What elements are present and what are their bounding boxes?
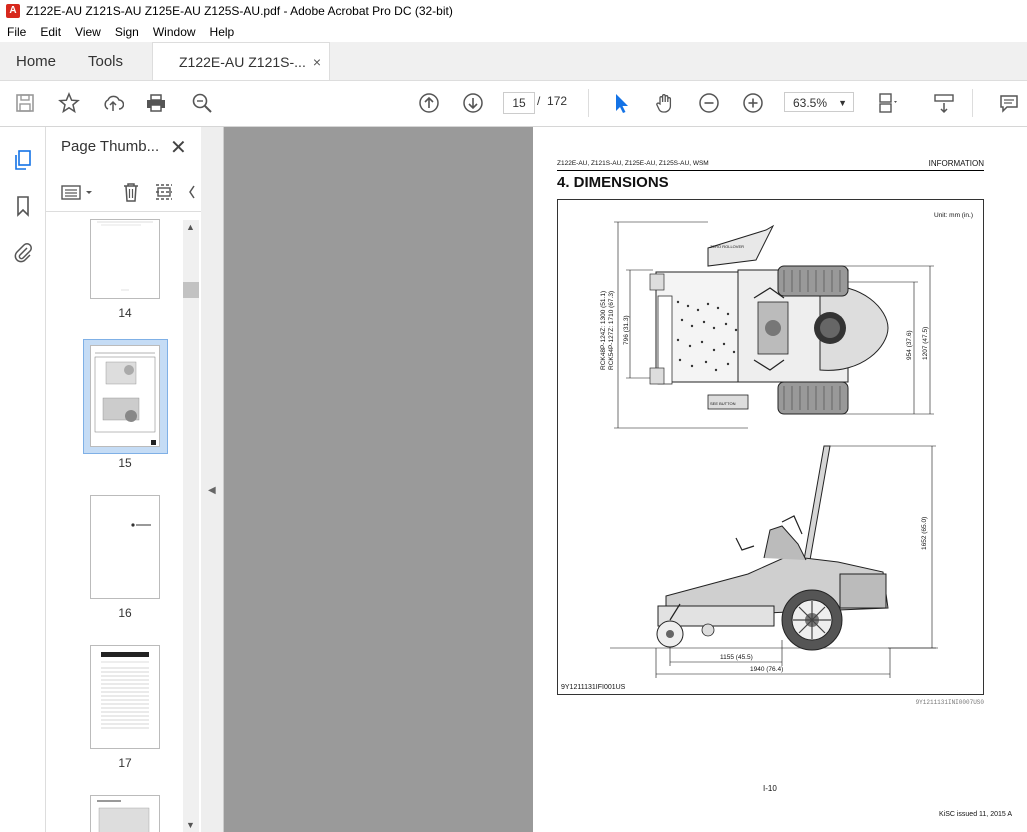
panel-splitter[interactable]: ◀ (201, 127, 224, 832)
section-title: 4. DIMENSIONS (557, 174, 669, 191)
scroll-down-icon[interactable]: ▼ (186, 820, 195, 830)
panel-title: Page Thumb... (61, 138, 160, 155)
page-thumbnails-icon[interactable] (12, 149, 34, 171)
menu-view[interactable]: View (68, 25, 108, 39)
tab-home[interactable]: Home (16, 42, 56, 80)
thumbnail-list: 14 15 16 17 (46, 219, 183, 832)
tab-close-icon[interactable]: × (313, 54, 321, 70)
dim-796: 796 (31.3) (623, 315, 630, 345)
page-separator: / (537, 94, 541, 108)
tab-document[interactable]: Z122E-AU Z121S-... × (152, 42, 330, 80)
panel-close-icon[interactable]: ✕ (170, 135, 187, 160)
delete-page-icon[interactable] (120, 181, 142, 203)
collapse-panel-icon[interactable]: ◀ (208, 485, 216, 496)
page-total-count: 172 (547, 94, 568, 108)
zoom-out-icon[interactable] (697, 91, 721, 115)
bookmarks-icon[interactable] (12, 195, 34, 217)
bookmark-star-icon[interactable] (57, 91, 81, 115)
pdf-page: Z122E-AU, Z121S-AU, Z125E-AU, Z125S-AU, … (533, 127, 1027, 832)
upload-cloud-icon[interactable] (101, 91, 125, 115)
select-cursor-icon[interactable] (609, 91, 633, 115)
toolbar-divider (588, 89, 589, 117)
page-total: / 172 (537, 94, 567, 108)
thumbnail-label: 15 (118, 456, 132, 470)
menu-bar: File Edit View Sign Window Help (0, 22, 1027, 42)
header-rule (557, 170, 984, 171)
window-title: Z122E-AU Z121S-AU Z125E-AU Z125S-AU.pdf … (26, 4, 453, 18)
save-icon[interactable] (13, 91, 37, 115)
document-viewer[interactable]: Z122E-AU, Z121S-AU, Z125E-AU, Z125S-AU, … (224, 127, 1027, 832)
print-icon[interactable] (144, 91, 168, 115)
panel-toolbar (46, 173, 201, 212)
tab-bar: Home Tools Z122E-AU Z121S-... × (0, 42, 1027, 81)
thumbnail-page-18[interactable] (90, 795, 160, 832)
fit-page-icon[interactable] (876, 91, 900, 115)
dim-1207: 1207 (47.5) (922, 327, 929, 360)
attachments-icon[interactable] (12, 241, 34, 263)
deck-label: SEE BUTTON (710, 401, 736, 406)
thumbnail-label: 16 (118, 606, 132, 620)
tab-tools[interactable]: Tools (88, 42, 123, 80)
figure-code: 9Y1211131INI0007US0 (915, 699, 984, 706)
title-bar: A Z122E-AU Z121S-AU Z125E-AU Z125S-AU.pd… (0, 0, 1027, 22)
zoom-search-icon[interactable] (190, 91, 214, 115)
left-rail (0, 127, 46, 832)
menu-sign[interactable]: Sign (108, 25, 146, 39)
rotate-page-icon[interactable] (153, 181, 175, 203)
dimensions-figure: Unit: mm (in.) ZERO ROLLOVER SEE BUTTON … (557, 199, 984, 695)
zoom-in-icon[interactable] (741, 91, 765, 115)
thumbnail-page-16[interactable] (90, 495, 160, 599)
thumbnail-scrollbar[interactable]: ▲ ▼ (183, 220, 199, 832)
menu-edit[interactable]: Edit (33, 25, 68, 39)
acrobat-icon: A (6, 4, 20, 18)
chevron-down-icon: ▼ (838, 98, 847, 108)
previous-page-icon[interactable] (417, 91, 441, 115)
rops-label: ZERO ROLLOVER (710, 244, 744, 249)
menu-window[interactable]: Window (146, 25, 203, 39)
thumbnail-page-14[interactable] (90, 219, 160, 299)
toolbar-divider (972, 89, 973, 117)
dim-1155: 1155 (45.5) (720, 654, 753, 661)
dim-1940: 1940 (76.4) (750, 666, 783, 673)
tab-document-label: Z122E-AU Z121S-... (179, 53, 306, 70)
toolbar: 15 / 172 63.5% ▼ (0, 81, 1027, 127)
dim-954: 954 (37.6) (906, 330, 913, 360)
zoom-value: 63.5% (793, 96, 828, 110)
thumbnail-page-17[interactable] (90, 645, 160, 749)
more-tools-icon[interactable] (186, 181, 198, 203)
scrollbar-thumb[interactable] (183, 282, 199, 298)
zoom-select[interactable]: 63.5% ▼ (784, 92, 854, 112)
thumbnail-options-icon[interactable] (60, 181, 96, 203)
hand-tool-icon[interactable] (653, 91, 677, 115)
page-header-right: INFORMATION (928, 159, 984, 168)
thumbnail-page-15[interactable] (90, 345, 160, 447)
dim-height-1652: 1652 (65.0) (921, 517, 928, 550)
comment-icon[interactable] (997, 91, 1021, 115)
thumbnail-label: 17 (118, 756, 132, 770)
dim-deck-length-b: RCK54P-127Z: 1710 (67.3) (608, 291, 615, 370)
menu-file[interactable]: File (0, 25, 33, 39)
menu-help[interactable]: Help (203, 25, 242, 39)
issued-label: KiSC issued 11, 2015 A (938, 811, 1012, 818)
page-footer-number: I-10 (763, 784, 777, 793)
thumbnail-label: 14 (118, 306, 132, 320)
dim-deck-length-a: RCK48P-124Z: 1300 (51.1) (600, 291, 607, 370)
page-number-input[interactable]: 15 (503, 92, 535, 114)
scroll-mode-icon[interactable] (932, 91, 956, 115)
next-page-icon[interactable] (461, 91, 485, 115)
thumbnails-panel: Page Thumb... ✕ 14 15 16 17 ▲ ▼ (46, 127, 202, 832)
figure-id: 9Y1211131IFI001US (561, 684, 626, 691)
mower-drawing: ZERO ROLLOVER SEE BUTTON RCK48P-124Z: 13… (600, 221, 938, 678)
scroll-up-icon[interactable]: ▲ (186, 222, 195, 232)
page-header-left: Z122E-AU, Z121S-AU, Z125E-AU, Z125S-AU, … (557, 160, 709, 167)
